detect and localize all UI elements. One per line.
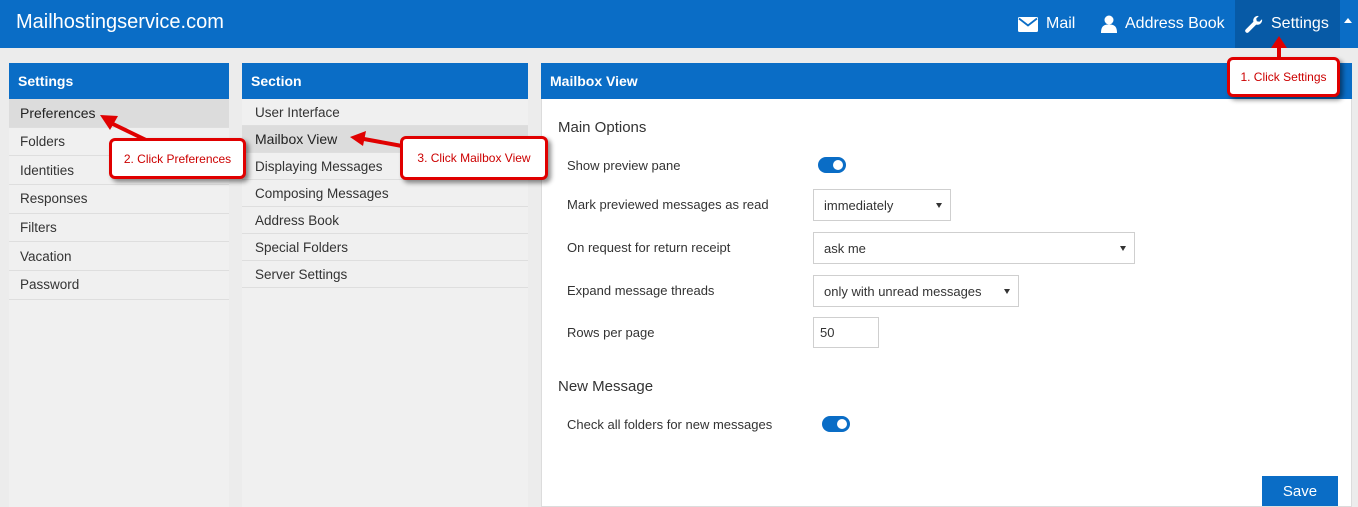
section-item-server-settings[interactable]: Server Settings (242, 261, 528, 288)
return-receipt-value: ask me (824, 240, 866, 256)
return-receipt-select[interactable]: ask me (813, 232, 1135, 264)
mark-previewed-label: Mark previewed messages as read (567, 197, 769, 212)
show-preview-pane-label: Show preview pane (567, 158, 681, 173)
expand-threads-value: only with unread messages (824, 283, 982, 299)
show-preview-pane-toggle[interactable] (818, 157, 846, 173)
dropdown-arrow-icon (1120, 246, 1126, 251)
section-item-user-interface[interactable]: User Interface (242, 99, 528, 126)
settings-panel: Settings Preferences Folders Identities … (9, 63, 229, 507)
nav-address-book-label: Address Book (1125, 15, 1225, 32)
nav-mail-label: Mail (1046, 15, 1076, 32)
top-bar: Mailhostingservice.com Mail Address Book… (0, 0, 1358, 48)
expand-threads-label: Expand message threads (567, 283, 715, 298)
user-icon (1101, 15, 1117, 33)
annotation-step2-callout: 2. Click Preferences (109, 138, 246, 179)
dropdown-arrow-icon (1004, 289, 1010, 294)
return-receipt-label: On request for return receipt (567, 240, 731, 255)
main-options-title: Main Options (558, 119, 647, 136)
save-button[interactable]: Save (1262, 476, 1338, 506)
settings-item-preferences[interactable]: Preferences (9, 99, 229, 128)
nav-address-book[interactable]: Address Book (1101, 0, 1225, 48)
rows-per-page-input[interactable] (813, 317, 879, 348)
annotation-step1-callout: 1. Click Settings (1227, 57, 1340, 97)
annotation-step3-callout: 3. Click Mailbox View (400, 136, 548, 180)
brand-logo[interactable]: Mailhostingservice.com (16, 11, 224, 34)
mailbox-view-panel: Mailbox View Main Options Show preview p… (541, 63, 1352, 507)
section-item-address-book[interactable]: Address Book (242, 207, 528, 234)
nav-settings-label: Settings (1271, 15, 1329, 32)
wrench-icon (1245, 15, 1263, 33)
settings-item-responses[interactable]: Responses (9, 185, 229, 214)
mark-previewed-select[interactable]: immediately (813, 189, 951, 221)
settings-item-filters[interactable]: Filters (9, 214, 229, 243)
envelope-icon (1018, 16, 1038, 32)
settings-item-vacation[interactable]: Vacation (9, 242, 229, 272)
dropdown-arrow-icon (936, 203, 942, 208)
nav-mail[interactable]: Mail (1018, 0, 1075, 48)
expand-threads-select[interactable]: only with unread messages (813, 275, 1019, 307)
mark-previewed-value: immediately (824, 197, 894, 213)
section-panel-header: Section (242, 63, 528, 99)
rows-per-page-label: Rows per page (567, 325, 655, 340)
new-message-title: New Message (558, 378, 654, 395)
section-item-composing-messages[interactable]: Composing Messages (242, 180, 528, 207)
section-item-special-folders[interactable]: Special Folders (242, 234, 528, 261)
nav-settings[interactable]: Settings (1235, 0, 1340, 48)
settings-item-password[interactable]: Password (9, 271, 229, 300)
caret-up-icon[interactable] (1344, 18, 1352, 23)
check-all-folders-label: Check all folders for new messages (567, 417, 773, 432)
section-panel: Section User Interface Mailbox View Disp… (242, 63, 528, 507)
settings-panel-header: Settings (9, 63, 229, 99)
check-all-folders-toggle[interactable] (822, 416, 850, 432)
